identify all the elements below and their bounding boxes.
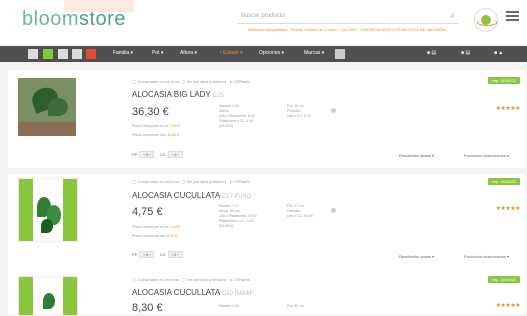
results-dropdown[interactable]: Resultados dados ▾ (399, 254, 434, 259)
info-icon[interactable] (331, 108, 336, 113)
view-gallery-button[interactable] (72, 49, 82, 59)
leaf-shape (43, 293, 55, 309)
avatar-ring-icon (477, 19, 497, 26)
toolbar-right-item-2[interactable]: ■ ▤ (461, 50, 470, 56)
hamburger-menu-icon[interactable] (506, 11, 519, 21)
product-specs: Maceta: C17 Altura: 50 cm Uds x Plataforma… (219, 204, 257, 228)
label-strip (63, 179, 77, 241)
product-specs: Maceta: C20 (219, 304, 239, 308)
related-products-dropdown[interactable]: Productos relacionados ▾ (464, 254, 509, 259)
quantity-stepper[interactable]: PP ‹ 0 › CC ‹ 0 › (132, 251, 185, 258)
product-specs-2: Pot: 25 cm Formato: Uds x CC: 8.00 (287, 104, 311, 118)
label-strip (63, 277, 77, 315)
product-meta: ◯ Compradas en mi zona ◻ De (vendyst pre… (132, 277, 250, 282)
product-card[interactable]: ◯ Compradas en mi zona ◻ De (vendyst pre… (8, 272, 525, 316)
search-placeholder: Buscar producto (241, 13, 285, 19)
product-name[interactable]: ALOCASIA BIG LADY C25 (132, 90, 224, 99)
product-specs-2: Pot: 20 cm (287, 304, 304, 308)
shipping-notice: Selección fotografiada · Pedido mínimo d… (247, 27, 446, 32)
view-list-button[interactable] (28, 49, 38, 59)
product-name[interactable]: ALOCASIA CUCULLATA C20 RAMIF (132, 288, 253, 297)
product-meta: ◯ Compradas en mi zona ◻ De (vendyst pre… (132, 79, 250, 84)
product-image[interactable] (18, 276, 78, 316)
product-image[interactable] (18, 178, 78, 242)
transport-price-min: Precio transporte mín: 6,09 € (132, 234, 178, 238)
transport-price-unit: Precio transporte en ud: 1,24 € (132, 225, 181, 229)
product-name[interactable]: ALOCASIA CUCULLATA C17 FUSO (132, 191, 251, 200)
label-strip (19, 277, 33, 315)
logo-text-bloom: bloom (22, 8, 79, 30)
avatar[interactable] (474, 8, 498, 32)
search-input[interactable]: Buscar producto ⌕ (237, 11, 459, 24)
rating-stars: ★★★★★ (495, 206, 521, 212)
pot-shape (18, 122, 76, 136)
product-price: 4,75 € (132, 206, 163, 218)
filter-marcas[interactable]: Marcas ▾ (304, 50, 324, 56)
view-compact-button[interactable] (58, 49, 68, 59)
transport-price-unit: Precio transporte en ud: 7,50 € (132, 124, 181, 128)
pp-stepper[interactable]: ‹ 0 › (139, 151, 155, 158)
flag-filter-button[interactable] (86, 49, 96, 59)
results-dropdown[interactable]: Resultados dados ▾ (399, 153, 434, 158)
info-icon[interactable] (331, 208, 336, 213)
toolbar-right-item-1[interactable]: ■ ▤ (427, 50, 436, 56)
product-card[interactable]: ◯ Compradas en mi zona ◻ De (vendyst pre… (8, 174, 525, 272)
view-grid-button[interactable] (43, 49, 53, 59)
cc-stepper[interactable]: ‹ 0 › (167, 251, 183, 258)
cc-stepper[interactable]: ‹ 0 › (167, 151, 183, 158)
logo[interactable]: bloomstore (22, 8, 126, 31)
product-specs-2: Pot: 17 cm Formato: Uds x CC: 90.00 (287, 204, 313, 218)
transport-price-min: Precio transporte mín: 43,80 € (132, 133, 180, 137)
filter-estado[interactable]: • Estado ▾ (220, 50, 243, 56)
filter-altura[interactable]: Altura ▾ (180, 50, 197, 56)
product-image[interactable] (18, 78, 76, 136)
product-price: 36,30 € (132, 106, 169, 118)
filter-toolbar: Familia ▾ Pot ▾ Altura ▾ • Estado ▾ Opci… (0, 46, 527, 62)
filter-familia[interactable]: Familia ▾ (113, 50, 133, 56)
pp-stepper[interactable]: ‹ 0 › (139, 251, 155, 258)
related-products-dropdown[interactable]: Productos relacionados ▾ (464, 153, 509, 158)
site-header: bloomstore Buscar producto ⌕ Selección f… (0, 0, 527, 44)
toolbar-right-item-3[interactable]: ■ ▲ (494, 50, 503, 56)
label-strip (19, 179, 33, 241)
filter-pot[interactable]: Pot ▾ (152, 50, 163, 56)
leaf-shape (41, 219, 53, 233)
status-badge: Imp. 16/06/22 (487, 178, 520, 185)
filter-extra-button[interactable] (335, 49, 345, 59)
filter-opciones[interactable]: Opciones ▾ (259, 50, 284, 56)
product-meta: ◯ Compradas en mi zona ◻ De (vendyst pre… (132, 179, 250, 184)
product-specs: Maceta: C25 Altura: Uds x Plataforma: 8.0… (219, 104, 255, 128)
rating-stars: ★★★★★ (495, 303, 521, 309)
product-price: 8,30 € (132, 302, 163, 314)
quantity-stepper[interactable]: PP ‹ 0 › CC ‹ 0 › (132, 151, 185, 158)
leaf-shape (48, 98, 68, 116)
status-badge: Imp. 16/06/22 (487, 77, 520, 84)
product-card[interactable]: ◯ Compradas en mi zona ◻ De (vendyst pre… (8, 70, 525, 168)
status-badge: Imp. 16/06/22 (487, 276, 520, 283)
search-icon[interactable]: ⌕ (451, 11, 455, 21)
rating-stars: ★★★★★ (495, 106, 521, 112)
logo-text-store: store (78, 8, 126, 30)
